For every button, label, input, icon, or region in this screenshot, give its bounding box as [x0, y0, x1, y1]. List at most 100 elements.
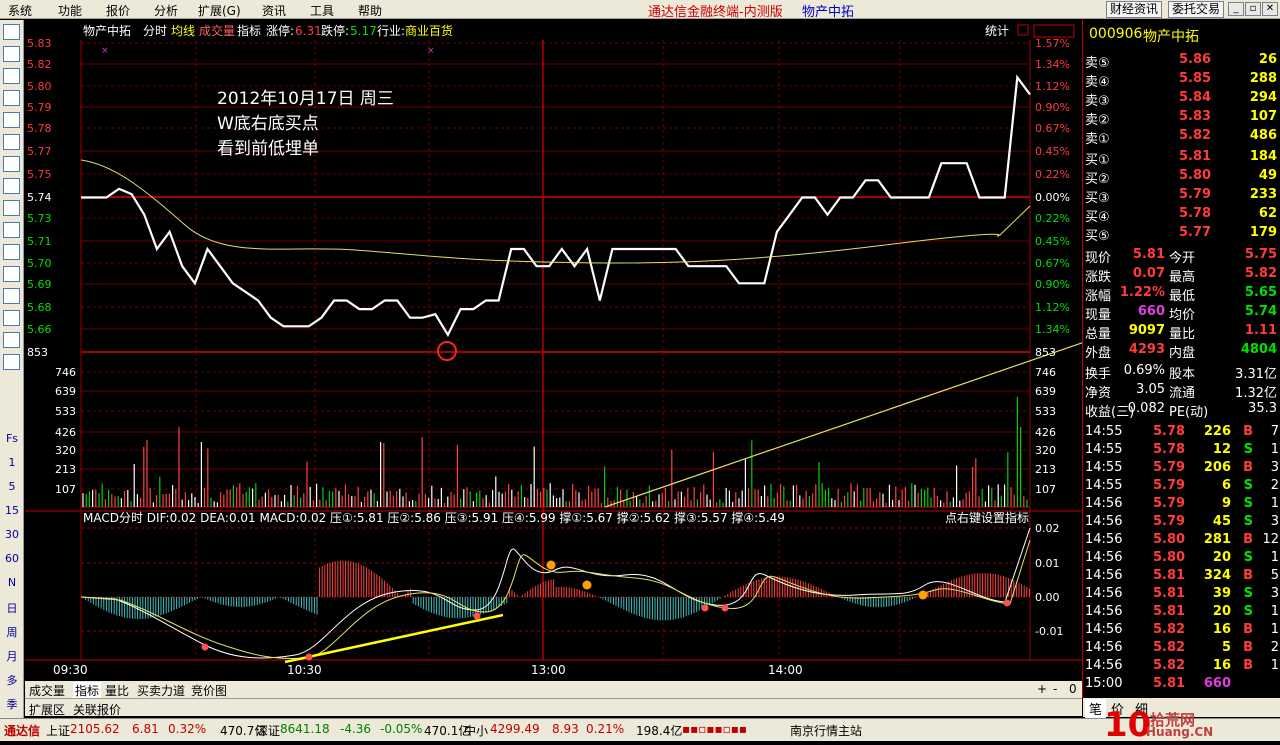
sell-row-3[interactable]: 卖② 5.83 107 [1083, 108, 1280, 128]
marker-1: × [101, 46, 109, 56]
sz-label[interactable]: 深证 [256, 722, 280, 739]
stock-title: 物产中拓 [802, 5, 855, 20]
period-2[interactable]: 5 [0, 480, 24, 493]
trend-arrow-line [604, 291, 1231, 508]
sell-row-1[interactable]: 卖④ 5.85 288 [1083, 70, 1280, 90]
tab-buysell[interactable]: 买卖力道 [137, 682, 185, 699]
pct-label-1: 1.34% [1035, 58, 1070, 71]
f10-icon[interactable] [3, 134, 20, 150]
wave-icon[interactable] [3, 266, 20, 282]
fz-icon[interactable] [3, 200, 20, 216]
signal-dot-3 [701, 604, 709, 612]
sh-label[interactable]: 上证 [46, 722, 70, 739]
stat-row-1: 涨跌 0.07 最高 5.82 [1085, 266, 1277, 285]
home-icon[interactable] [3, 156, 20, 172]
tick-row-7: 14:56 5.80 20 S 1 [1085, 550, 1279, 565]
zx-change: 8.93 [552, 722, 579, 736]
menu-extend[interactable]: 扩展(G) [198, 2, 241, 19]
chart-area[interactable]: 物产中拓 分时 均线 成交量 指标 涨停: 6.31 跌停: 5.17 行业: 商业百货 统计 5.83… [25, 20, 1231, 698]
trade-button[interactable]: 委托交易 [1168, 1, 1225, 18]
price-label-13: 5.66 [27, 323, 52, 336]
price-label-7: 5.74 [27, 191, 52, 204]
stat-row-5: 外盘 4293 内盘 4804 [1085, 342, 1277, 361]
zx-pct: 0.21% [586, 722, 625, 736]
tab-volratio[interactable]: 量比 [105, 682, 129, 699]
price-label-3: 5.79 [27, 101, 52, 114]
tab-extend[interactable]: 扩展区 [29, 701, 65, 718]
vol-label-0: 746 [55, 366, 76, 379]
price-label-8: 5.73 [27, 212, 52, 225]
period-1[interactable]: 1 [0, 456, 24, 469]
wave3-icon[interactable] [3, 310, 20, 326]
vol-label-3: 426 [55, 426, 76, 439]
sell-row-0[interactable]: 卖⑤ 5.86 26 [1083, 51, 1280, 71]
tab-indicator[interactable]: 指标 [73, 682, 102, 699]
time-label-3: 14:00 [768, 663, 803, 677]
vol-label-r-4: 320 [1035, 444, 1056, 457]
status-bar: 通达信 上证 2105.62 6.81 0.32% 470.7亿 深证 8641… [0, 705, 1280, 745]
buy-row-0[interactable]: 买① 5.81 184 [1083, 148, 1280, 168]
vol-label-r-6: 107 [1035, 483, 1056, 496]
menu-analysis[interactable]: 分析 [154, 2, 178, 19]
period-0[interactable]: Fs [0, 432, 24, 445]
menu-system[interactable]: 系统 [8, 2, 32, 19]
pct-icon[interactable] [3, 332, 20, 348]
tick-row-12: 14:56 5.82 5 B 2 [1085, 640, 1279, 655]
grid-icon[interactable] [3, 46, 20, 62]
buy-row-1[interactable]: 买② 5.80 49 [1083, 167, 1280, 187]
sh-index: 2105.62 [70, 722, 120, 736]
period-9[interactable]: 月 [0, 648, 24, 664]
sz-change: -4.36 [340, 722, 372, 736]
low-point-circle [437, 341, 457, 361]
stats-label: 统计 [985, 24, 1009, 38]
tab-volume[interactable]: 成交量 [29, 682, 65, 699]
wave2-icon[interactable] [3, 288, 20, 304]
tab-auction[interactable]: 竞价图 [191, 682, 227, 699]
close-icon[interactable]: ✕ [1262, 2, 1278, 16]
pen-icon[interactable] [3, 354, 20, 370]
price-label-5: 5.77 [27, 145, 52, 158]
period-8[interactable]: 周 [0, 624, 24, 640]
sz-index: 8641.18 [280, 722, 330, 736]
period-10[interactable]: 多 [0, 672, 24, 688]
vol-label-r-3: 426 [1035, 426, 1056, 439]
menu-help[interactable]: 帮助 [358, 2, 382, 19]
chart-icon[interactable] [3, 68, 20, 84]
finance-news-button[interactable]: 财经资讯 [1106, 1, 1163, 18]
buy-row-3[interactable]: 买④ 5.78 62 [1083, 205, 1280, 225]
settings-icon [1017, 24, 1029, 36]
search-icon[interactable] [3, 24, 20, 40]
tab-related[interactable]: 关联报价 [73, 701, 121, 718]
menu-quote[interactable]: 报价 [106, 2, 130, 19]
reset-button[interactable]: 0 [1069, 682, 1077, 696]
period-7[interactable]: 日 [0, 600, 24, 616]
sell-row-4[interactable]: 卖① 5.82 486 [1083, 127, 1280, 147]
period-6[interactable]: N [0, 576, 24, 589]
menu-function[interactable]: 功能 [58, 2, 82, 19]
kline-icon[interactable] [3, 90, 20, 106]
watermark-url: Huang.CN [1146, 725, 1214, 739]
minimize-icon[interactable]: _ [1228, 2, 1244, 16]
buy-row-4[interactable]: 买⑤ 5.77 179 [1083, 224, 1280, 244]
zoom-icon[interactable] [3, 244, 20, 260]
vol-label-r-2: 533 [1035, 405, 1056, 418]
menu-news[interactable]: 资讯 [262, 2, 286, 19]
sell-row-2[interactable]: 卖③ 5.84 294 [1083, 89, 1280, 109]
menu-tools[interactable]: 工具 [310, 2, 334, 19]
zoom-in-button[interactable]: + [1037, 682, 1047, 696]
list-icon[interactable] [3, 112, 20, 128]
zx-label[interactable]: 中小 [464, 722, 488, 739]
annotation-0: 2012年10月17日 周三 [217, 89, 394, 109]
period-3[interactable]: 15 [0, 504, 24, 517]
period-11[interactable]: 季 [0, 696, 24, 712]
f10b-icon[interactable] [3, 222, 20, 238]
zoom-out-button[interactable]: - [1053, 682, 1057, 696]
page-icon[interactable] [3, 178, 20, 194]
restore-icon[interactable]: ▫ [1245, 2, 1261, 16]
buy-row-2[interactable]: 买③ 5.79 233 [1083, 186, 1280, 206]
period-4[interactable]: 30 [0, 528, 24, 541]
brand-label: 通达信 [4, 724, 41, 738]
period-5[interactable]: 60 [0, 552, 24, 565]
price-label-12: 5.68 [27, 301, 52, 314]
signal-dot-4 [721, 604, 729, 612]
